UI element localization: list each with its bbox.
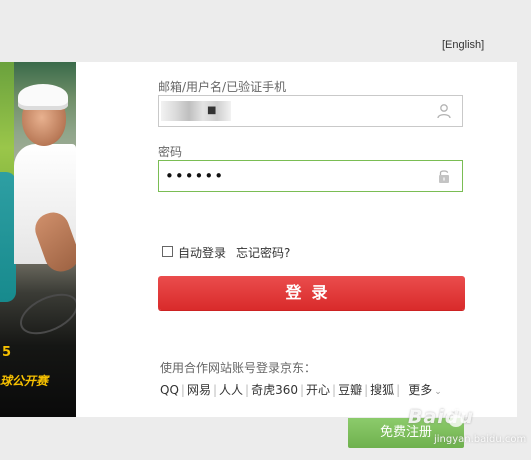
partner-qihoo360-link[interactable]: 奇虎360 (251, 381, 298, 398)
forgot-password-link[interactable]: 忘记密码? (236, 244, 290, 261)
password-value: •••••• (165, 167, 225, 185)
partner-login-title: 使用合作网站账号登录京东： (160, 361, 317, 375)
partner-sohu-link[interactable]: 搜狐 (370, 381, 394, 398)
banner-racket (13, 285, 76, 343)
username-value: ■ (207, 105, 217, 116)
auto-login-checkbox[interactable] (162, 246, 173, 257)
partner-separator: | (180, 382, 185, 397)
partner-qq-link[interactable]: QQ (160, 383, 179, 397)
auto-login-label[interactable]: 自动登录 (178, 244, 226, 261)
free-register-button[interactable]: 免费注册 (348, 418, 464, 448)
lock-icon (439, 170, 449, 183)
more-partners-label: 更多 (408, 383, 433, 397)
banner-player-cap (18, 84, 68, 110)
password-field[interactable]: •••••• (158, 160, 463, 192)
partner-separator: | (396, 382, 401, 397)
promo-banner-image[interactable]: 5 球公开赛 (0, 62, 76, 417)
english-language-link[interactable]: [English] (442, 39, 484, 51)
more-partners-link[interactable]: 更多 ⌄ (408, 381, 442, 398)
password-label: 密码 (158, 145, 183, 159)
user-icon (437, 104, 451, 119)
banner-promo-text: 球公开赛 (0, 374, 49, 388)
chevron-down-icon: ⌄ (434, 387, 442, 397)
login-button[interactable]: 登录 (158, 276, 465, 310)
partner-netease-link[interactable]: 网易 (187, 381, 211, 398)
partner-separator: | (299, 382, 305, 397)
partner-douban-link[interactable]: 豆瓣 (338, 381, 362, 398)
banner-promo-number: 5 (2, 345, 12, 360)
partner-separator: | (245, 382, 250, 397)
username-label: 邮箱/用户名/已验证手机 (158, 80, 287, 94)
partner-login-list: QQ | 网易 | 人人 | 奇虎360 | 开心 | 豆瓣 | 搜狐 | 更多… (160, 381, 442, 398)
username-redaction (161, 101, 231, 121)
login-card: 5 球公开赛 邮箱/用户名/已验证手机 ■ 密码 •••••• 自动登录 忘记密… (0, 62, 517, 417)
partner-kaixin-link[interactable]: 开心 (306, 381, 330, 398)
partner-renren-link[interactable]: 人人 (219, 381, 243, 398)
username-field[interactable]: ■ (158, 95, 463, 127)
partner-separator: | (332, 382, 337, 397)
partner-separator: | (212, 382, 217, 397)
partner-separator: | (364, 382, 369, 397)
